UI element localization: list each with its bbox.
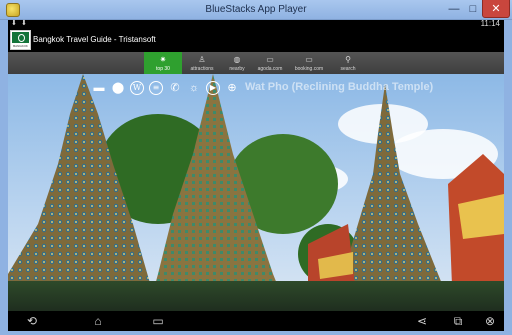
- bed-icon: ▭: [305, 55, 313, 64]
- bed-icon: ▭: [266, 55, 274, 64]
- wikipedia-icon[interactable]: W: [130, 81, 144, 95]
- tab-label: attractions: [190, 66, 214, 72]
- window-border-left: [0, 20, 8, 331]
- tab-top-30[interactable]: ✷ top 30: [144, 52, 182, 74]
- window-title: BlueStacks App Player: [205, 4, 307, 15]
- tab-label: search: [340, 66, 356, 72]
- star-icon: ✷: [159, 55, 167, 64]
- share-icon[interactable]: ⋖: [412, 313, 432, 329]
- person-icon: ♙: [198, 55, 206, 64]
- temple-stupas: [8, 74, 504, 311]
- hotel-icon[interactable]: ▬: [92, 81, 106, 95]
- place-title: Wat Pho (Reclining Buddha Temple): [245, 81, 434, 93]
- tab-attractions[interactable]: ♙ attractions: [182, 52, 222, 74]
- play-icon[interactable]: ▶: [206, 81, 220, 95]
- tab-agoda[interactable]: ▭ agoda.com: [252, 52, 288, 74]
- place-action-icons: ▬ ⬤ W ≡ ✆ ☼ ▶ ⊕: [92, 80, 244, 96]
- web-icon[interactable]: ≡: [149, 81, 163, 95]
- app-screen: BANGKOK Bangkok Travel Guide - Tristanso…: [8, 28, 504, 311]
- tab-booking[interactable]: ▭ booking.com: [288, 52, 330, 74]
- maximize-button[interactable]: □: [464, 0, 482, 18]
- recents-icon[interactable]: ▭: [148, 313, 168, 329]
- close-window-button[interactable]: ✕: [482, 0, 510, 18]
- back-icon[interactable]: ⟲: [22, 313, 42, 329]
- tab-label: nearby: [229, 66, 245, 72]
- compass-icon: ◍: [233, 55, 241, 64]
- tab-label: top 30: [156, 66, 170, 72]
- tab-bar: ✷ top 30 ♙ attractions ◍ nearby ▭ agoda.…: [8, 52, 504, 74]
- status-bar: ⬇ ⬇ 11:14: [8, 20, 504, 28]
- globe-icon[interactable]: ⊕: [225, 81, 239, 95]
- tab-search[interactable]: ⚲ search: [332, 52, 364, 74]
- place-photo: ▬ ⬤ W ≡ ✆ ☼ ▶ ⊕ Wat Pho (Reclining Buddh…: [8, 74, 504, 311]
- action-bar: BANGKOK Bangkok Travel Guide - Tristanso…: [8, 28, 504, 52]
- minimize-button[interactable]: —: [444, 0, 464, 18]
- search-icon: ⚲: [345, 55, 351, 64]
- app-logo[interactable]: BANGKOK: [10, 30, 31, 50]
- window-titlebar: BlueStacks App Player — □ ✕: [0, 0, 512, 20]
- tab-nearby[interactable]: ◍ nearby: [222, 52, 252, 74]
- close-icon[interactable]: ⊗: [480, 313, 500, 329]
- window-icon[interactable]: ⧉: [448, 313, 468, 329]
- app-title: Bangkok Travel Guide - Tristansoft: [33, 35, 156, 44]
- phone-icon[interactable]: ✆: [168, 81, 182, 95]
- navigation-bar: ⟲ ⌂ ▭ ⋖ ⧉ ⊗: [8, 311, 504, 331]
- ground: [8, 281, 504, 311]
- window-border-right: [504, 20, 512, 331]
- tab-label: agoda.com: [257, 66, 283, 72]
- weather-icon[interactable]: ☼: [187, 81, 201, 95]
- download-icon: ⬇: [21, 20, 27, 27]
- home-icon[interactable]: ⌂: [88, 313, 108, 329]
- location-pin-icon[interactable]: ⬤: [111, 81, 125, 95]
- status-time: 11:14: [480, 19, 500, 28]
- download-icon: ⬇: [11, 20, 17, 27]
- logo-text: BANGKOK: [13, 44, 28, 48]
- logo-emblem: [12, 32, 29, 43]
- window-border-bottom: [0, 331, 512, 335]
- tab-label: booking.com: [294, 66, 324, 72]
